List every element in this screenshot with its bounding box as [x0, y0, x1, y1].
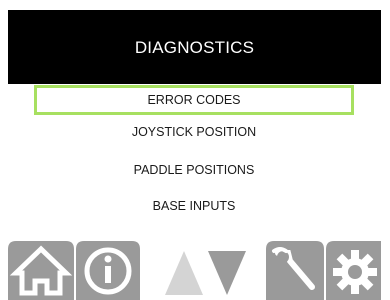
menu-item-label: PADDLE POSITIONS: [133, 163, 255, 177]
bottom-toolbar: [8, 237, 381, 300]
menu-item-label: BASE INPUTS: [152, 199, 236, 213]
menu-item-error-codes[interactable]: ERROR CODES: [34, 85, 354, 115]
home-button[interactable]: [8, 237, 74, 300]
gear-button[interactable]: [326, 237, 381, 300]
menu-item-paddle-positions[interactable]: PADDLE POSITIONS: [34, 155, 354, 185]
menu-item-joystick-position[interactable]: JOYSTICK POSITION: [34, 117, 354, 147]
wrench-icon: [266, 241, 324, 300]
menu-item-base-inputs[interactable]: BASE INPUTS: [34, 191, 354, 221]
scroll-down-button[interactable]: [206, 237, 248, 300]
menu-item-label: JOYSTICK POSITION: [131, 125, 257, 139]
arrow-down-icon: [208, 251, 246, 295]
gear-icon: [326, 241, 381, 300]
home-icon: [8, 241, 74, 300]
page-title: DIAGNOSTICS: [134, 38, 255, 57]
info-icon: [76, 241, 140, 300]
menu-item-label: ERROR CODES: [147, 93, 241, 107]
info-button[interactable]: [76, 237, 140, 300]
settings-tools-button[interactable]: [266, 237, 324, 300]
screen-header: DIAGNOSTICS: [8, 10, 381, 84]
scroll-up-button[interactable]: [163, 237, 205, 300]
arrow-up-icon: [165, 251, 203, 295]
